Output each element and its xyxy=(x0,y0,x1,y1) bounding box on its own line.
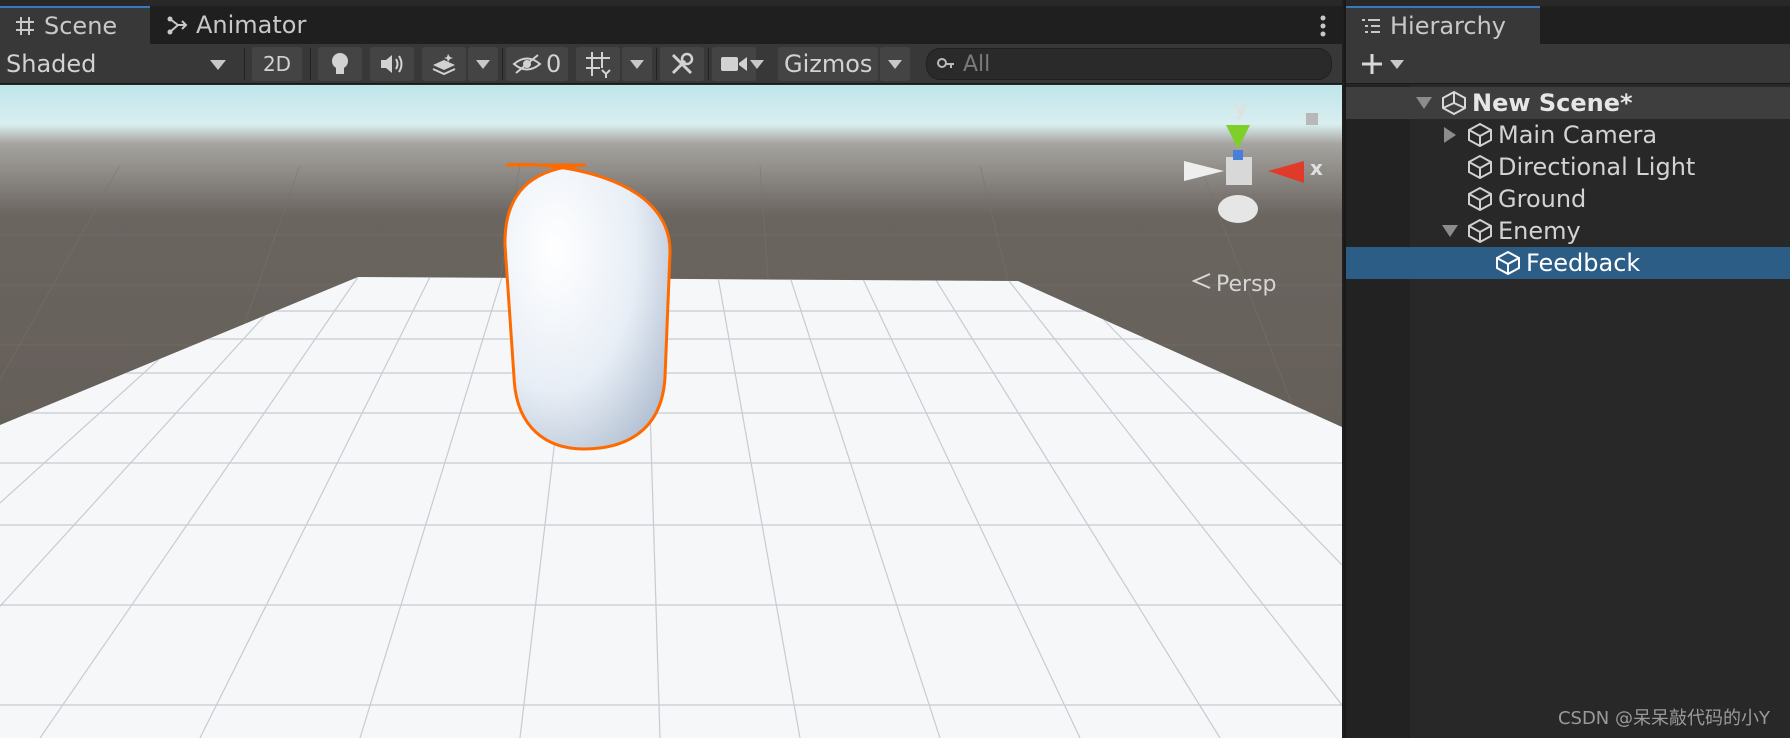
chevron-down-icon xyxy=(750,59,764,69)
audio-toggle-button[interactable] xyxy=(370,47,414,81)
lighting-toggle-button[interactable] xyxy=(318,47,362,81)
list-tree-icon xyxy=(1362,19,1380,33)
fold-expanded-icon[interactable] xyxy=(1440,221,1460,241)
plus-icon xyxy=(1362,54,1382,74)
scene-toolbar: Shaded 2D 0 Gizmos All xyxy=(0,44,1342,84)
gizmo-z-cone[interactable] xyxy=(1233,150,1243,160)
chevron-down-icon xyxy=(210,60,226,70)
hierarchy-item-label: Enemy xyxy=(1498,217,1581,245)
toolbar-divider xyxy=(310,48,311,80)
hierarchy-item-feedback[interactable]: Feedback xyxy=(1346,247,1790,279)
tab-hierarchy[interactable]: Hierarchy xyxy=(1346,6,1540,44)
chevron-down-icon xyxy=(888,59,902,69)
gizmo-center-cube[interactable] xyxy=(1226,157,1252,185)
hierarchy-item-enemy[interactable]: Enemy xyxy=(1346,215,1790,247)
gizmos-dropdown-button[interactable] xyxy=(880,47,910,81)
hierarchy-item-ground[interactable]: Ground xyxy=(1346,183,1790,215)
hierarchy-tabbar: Hierarchy xyxy=(1346,6,1790,44)
gizmo-x-cone[interactable] xyxy=(1268,161,1304,183)
gizmo-x-label: x xyxy=(1310,156,1323,180)
grid-dropdown-button[interactable] xyxy=(622,47,652,81)
add-object-button[interactable] xyxy=(1360,50,1412,78)
grid-toggle-button[interactable] xyxy=(576,47,620,81)
2d-toggle-button[interactable]: 2D xyxy=(252,47,302,81)
hierarchy-item-label: Directional Light xyxy=(1498,153,1696,181)
draw-mode-label: Shaded xyxy=(6,50,97,78)
tab-scene-label: Scene xyxy=(44,12,118,40)
hierarchy-item-label: Feedback xyxy=(1526,249,1641,277)
unity-editor: Scene Animator Shaded 2D 0 Gizmos All y … xyxy=(0,0,1790,738)
gizmo-neg-z-cone[interactable] xyxy=(1218,195,1258,223)
gameobject-cube-icon xyxy=(1468,154,1492,180)
hierarchy-toolbar xyxy=(1346,44,1790,84)
chevron-down-icon xyxy=(476,59,490,69)
orientation-gizmo[interactable]: y x xyxy=(1176,97,1326,247)
gizmo-lock-icon[interactable] xyxy=(1306,113,1318,125)
chevron-down-icon xyxy=(630,59,644,69)
fold-expanded-icon[interactable] xyxy=(1414,93,1434,113)
gameobject-cube-icon xyxy=(1468,122,1492,148)
more-options-icon[interactable] xyxy=(1320,14,1326,38)
scene-tabbar: Scene Animator xyxy=(0,6,1342,44)
scene-search-field[interactable] xyxy=(926,48,1332,80)
hierarchy-panel: Hierarchy New Scene* Main Camera Directi… xyxy=(1344,0,1790,738)
projection-toggle[interactable]: Persp xyxy=(1191,271,1277,297)
scene-search-input[interactable] xyxy=(963,51,1303,77)
scene-panel: Scene Animator Shaded 2D 0 Gizmos All y … xyxy=(0,0,1342,738)
draw-mode-dropdown[interactable]: Shaded xyxy=(0,47,240,81)
gizmo-y-label: y xyxy=(1234,97,1247,120)
scene-render[interactable] xyxy=(0,85,1342,738)
camera-dropdown-button[interactable] xyxy=(742,47,772,81)
perspective-icon xyxy=(1191,271,1212,297)
scene-name: New Scene* xyxy=(1472,89,1633,117)
layers-effects-icon xyxy=(432,54,456,76)
speaker-icon xyxy=(381,55,403,73)
gameobject-cube-icon xyxy=(1496,250,1520,276)
toolbar-divider xyxy=(708,48,709,80)
gizmos-toggle-button[interactable]: Gizmos xyxy=(778,47,878,81)
scene-viewport[interactable]: y x Persp xyxy=(0,85,1342,738)
grid-hash-icon xyxy=(16,17,34,35)
gizmo-y-cone[interactable] xyxy=(1226,125,1250,149)
toolbar-divider xyxy=(244,48,245,80)
gameobject-cube-icon xyxy=(1468,186,1492,212)
hidden-count: 0 xyxy=(546,50,562,78)
hierarchy-item-label: Main Camera xyxy=(1498,121,1658,149)
effects-dropdown-button[interactable] xyxy=(468,47,498,81)
projection-label: Persp xyxy=(1216,271,1277,297)
tab-animator-label: Animator xyxy=(196,11,307,39)
scene-tools-button[interactable] xyxy=(660,47,704,81)
hierarchy-item-label: Ground xyxy=(1498,185,1587,213)
ground-plane[interactable] xyxy=(0,277,1342,738)
chevron-down-icon xyxy=(1390,59,1404,69)
2d-label: 2D xyxy=(262,52,292,76)
hierarchy-tree: New Scene* Main Camera Directional Light xyxy=(1346,85,1790,738)
effects-toggle-button[interactable] xyxy=(422,47,466,81)
tab-hierarchy-label: Hierarchy xyxy=(1390,12,1507,40)
watermark-text: CSDN @呆呆敲代码的小Y xyxy=(1557,708,1770,729)
gizmos-label: Gizmos xyxy=(784,50,873,78)
unity-scene-icon xyxy=(1442,90,1466,116)
scene-visibility-button[interactable]: 0 xyxy=(506,47,568,81)
grid-snap-icon xyxy=(586,52,611,78)
gameobject-cube-icon xyxy=(1468,218,1492,244)
tab-animator[interactable]: Animator xyxy=(152,6,352,44)
toolbar-divider xyxy=(656,48,657,80)
eye-hidden-icon xyxy=(512,54,542,74)
capsule-enemy[interactable] xyxy=(503,162,672,451)
toolbar-divider xyxy=(502,48,503,80)
tab-scene[interactable]: Scene xyxy=(0,6,150,44)
fold-collapsed-icon[interactable] xyxy=(1440,125,1460,145)
gizmo-neg-x-cone[interactable] xyxy=(1184,161,1224,181)
search-icon xyxy=(937,58,954,68)
lightbulb-icon xyxy=(332,53,348,74)
animator-icon xyxy=(167,16,188,35)
tools-wrench-icon xyxy=(671,52,694,75)
hierarchy-item-directional-light[interactable]: Directional Light xyxy=(1346,151,1790,183)
hierarchy-scene-row[interactable]: New Scene* xyxy=(1346,87,1790,119)
hierarchy-item-main-camera[interactable]: Main Camera xyxy=(1346,119,1790,151)
